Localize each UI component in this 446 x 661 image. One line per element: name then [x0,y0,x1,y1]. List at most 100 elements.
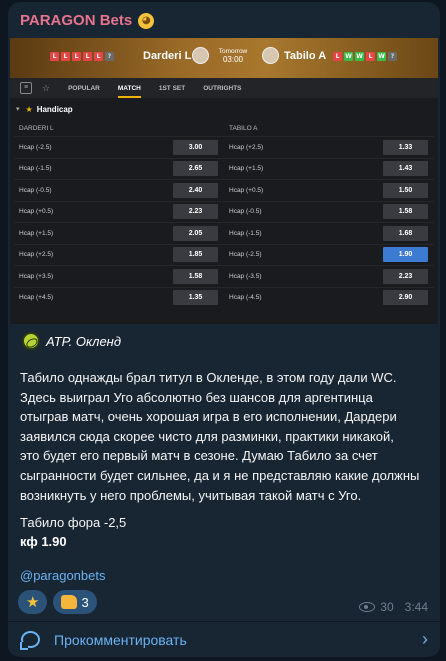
handicap-label: Hcap (-1.5) [19,165,52,173]
odds-button[interactable]: 1.33 [383,139,428,155]
handicap-label: Hcap (+4.5) [19,294,54,302]
reactions: ★ 3 [18,590,97,614]
odds-row: Hcap (+1.5) 2.05 [14,222,224,244]
tab-match[interactable]: MATCH [117,85,141,98]
tournament-line: ATP. Окленд [22,332,121,350]
channel-handle-link[interactable]: @paragonbets [20,568,105,583]
odds-row: Hcap (-0.5) 2.40 [14,179,224,201]
odds-button[interactable]: 2.05 [173,225,218,241]
odds-row: Hcap (+0.5) 2.23 [14,200,224,223]
market-header[interactable]: ▾ ★ Handicap [10,100,438,118]
reaction-thumbs-up[interactable]: 3 [53,590,97,614]
tab-1st-set[interactable]: 1ST SET [159,85,185,92]
odds-button[interactable]: 2.90 [383,290,428,306]
post-meta: 30 3:44 [359,600,428,614]
post-body-line: заявился сюда скорее чисто для разминки,… [20,428,394,444]
odds-row: Hcap (+4.5) 1.35 [14,286,224,309]
handicap-label: Hcap (+3.5) [19,272,54,280]
chevron-down-icon: ▾ [16,106,20,113]
post-body-line: Табило однажды брал титул в Окленде, в э… [20,370,397,385]
odds-button[interactable]: 2.40 [173,182,218,198]
odds-row: Hcap (-2.5) 1.90 [224,243,434,266]
handicap-label: Hcap (-1.5) [229,229,262,237]
player1-name: Darderi L [143,50,192,62]
handicap-label: Hcap (+2.5) [19,251,54,259]
market-title: Handicap [36,104,73,114]
handicap-label: Hcap (-3.5) [229,272,262,280]
odds-row: Hcap (+1.5) 1.43 [224,157,434,180]
handicap-label: Hcap (+2.5) [229,143,264,151]
channel-name[interactable]: PARAGON Bets ◕ [20,12,155,29]
stats-icon[interactable]: ≡ [20,82,32,94]
match-banner: L L L L L? Darderi L Tomorrow 03:00 Tabilo A… [10,38,438,78]
odds-button[interactable]: 1.58 [383,204,428,220]
form-badge: L [366,52,375,61]
form-badge: ? [388,52,397,61]
post-body-line: это будет его первый матч в сезоне. Дума… [20,448,378,464]
bet-odds: кф 1.90 [20,534,67,549]
handicap-label: Hcap (+1.5) [229,165,264,173]
odds-row: Hcap (-3.5) 2.23 [224,265,434,287]
tennis-ball-icon [22,332,40,350]
handicap-label: Hcap (+0.5) [229,186,264,194]
market-tabs: ≡ ☆ POPULAR MATCH 1ST SET OUTRIGHTS [10,78,438,98]
odds-button[interactable]: 1.50 [383,182,428,198]
tab-popular[interactable]: POPULAR [68,85,100,92]
post-body-line: отыграв матч, очень хорошая игра в его и… [20,409,397,425]
reaction-star[interactable]: ★ [18,590,48,614]
player2-form: L W W L W? [333,52,397,61]
odds-button[interactable]: 1.85 [173,247,218,263]
handicap-label: Hcap (-2.5) [19,143,52,151]
star-icon: ★ [26,594,40,611]
form-badge: L [83,52,92,61]
right-odds-column: TABILO A Hcap (+2.5) 1.33 Hcap (+1.5) 1.43 H… [224,122,434,308]
handicap-label: Hcap (+0.5) [19,208,54,216]
odds-button[interactable]: 1.35 [173,290,218,306]
odds-button[interactable]: 2.23 [383,268,428,284]
odds-button[interactable]: 1.68 [383,225,428,241]
player2-name: Tabilo A [284,50,327,62]
thumbs-up-icon [61,595,78,609]
odds-row: Hcap (+2.5) 1.85 [14,243,224,266]
odds-row: Hcap (-1.5) 2.65 [14,157,224,180]
tab-outrights[interactable]: OUTRIGHTS [203,85,241,92]
form-badge: W [344,52,353,61]
post-body-line: сыгранности будет сильнее, да и я не пре… [20,467,420,483]
comment-bar[interactable]: Прокомментировать › [8,622,440,657]
comment-button[interactable]: Прокомментировать [54,632,187,648]
form-badge: W [377,52,386,61]
odds-row: Hcap (-2.5) 3.00 [14,136,224,158]
odds-row: Hcap (-4.5) 2.90 [224,286,434,309]
odds-row: Hcap (-1.5) 1.68 [224,222,434,244]
odds-button[interactable]: 1.90 [383,247,428,263]
eye-icon [359,602,376,612]
odds-button[interactable]: 2.65 [173,161,218,177]
betting-screenshot[interactable]: L L L L L? Darderi L Tomorrow 03:00 Tabilo A… [10,38,438,324]
odds-button[interactable]: 1.43 [383,161,428,177]
form-badge: W [355,52,364,61]
channel-post: PARAGON Bets ◕ L L L L L? Darderi L Tomorrow… [8,2,440,657]
odds-row: Hcap (+0.5) 1.50 [224,179,434,201]
odds-button[interactable]: 3.00 [173,139,218,155]
handicap-label: Hcap (-0.5) [19,186,52,194]
chevron-right-icon: › [422,629,428,649]
bet-selection: Табило фора -2,5 [20,515,127,530]
player2-avatar [262,47,279,64]
post-body-line: возникнуть у него проблемы, учитывая так… [20,487,362,503]
odds-button[interactable]: 1.58 [173,268,218,284]
favorites-star-icon[interactable]: ☆ [42,83,50,94]
form-badge: L [61,52,70,61]
handicap-label: Hcap (-0.5) [229,208,262,216]
odds-row: Hcap (+3.5) 1.58 [14,265,224,287]
view-count: 30 [380,600,394,614]
tournament-name: ATP. Окленд [46,333,122,349]
player1-avatar [192,47,209,64]
kickoff-time: Tomorrow 03:00 [218,48,248,64]
odds-button[interactable]: 2.23 [173,204,218,220]
reaction-count: 3 [81,594,89,610]
post-body-line: Здесь выиграл Уго абсолютно без шансов д… [20,389,373,405]
form-badge: L [50,52,59,61]
handicap-label: Hcap (-4.5) [229,294,262,302]
post-body: Табило однажды брал титул в Окленде, в э… [20,368,430,505]
form-badge: L [333,52,342,61]
